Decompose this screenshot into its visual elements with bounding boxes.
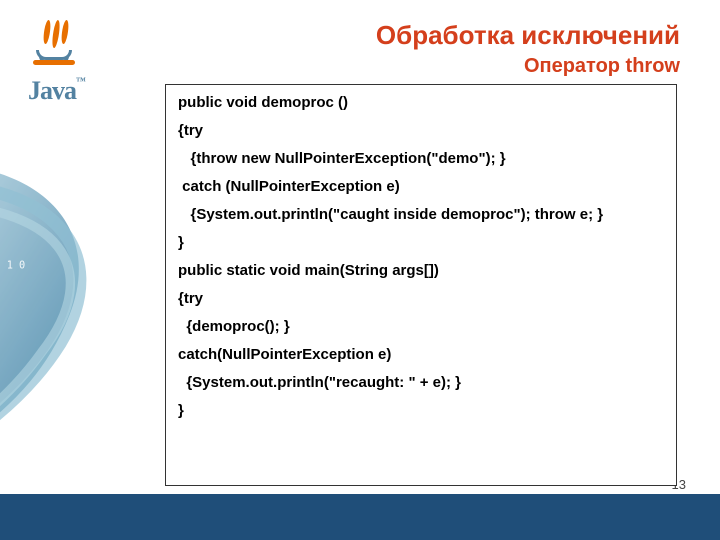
code-line: } (178, 403, 664, 418)
code-line: public static void main(String args[]) (178, 263, 664, 278)
code-line: } (178, 235, 664, 250)
code-line: {demoproc(); } (178, 319, 664, 334)
slide-subtitle: Оператор throw (376, 55, 680, 78)
code-line: {System.out.println("recaught: " + e); } (178, 375, 664, 390)
footer-bar (0, 494, 720, 540)
code-block: public void demoproc () {try {throw new … (165, 84, 677, 486)
code-line: public void demoproc () (178, 95, 664, 110)
svg-text:0 1 1 0 1 0: 0 1 1 0 1 0 (0, 260, 25, 272)
java-cup-icon (36, 20, 76, 70)
code-line: catch (NullPointerException e) (178, 179, 664, 194)
code-line: {throw new NullPointerException("demo");… (178, 151, 664, 166)
java-logo-text: Java™ (28, 76, 148, 106)
code-line: {try (178, 291, 664, 306)
slide-title: Обработка исключений (376, 20, 680, 51)
code-line: catch(NullPointerException e) (178, 347, 664, 362)
code-line: {System.out.println("caught inside demop… (178, 207, 664, 222)
code-line: {try (178, 123, 664, 138)
java-logo: Java™ (28, 20, 148, 110)
slide-title-block: Обработка исключений Оператор throw (376, 20, 680, 78)
